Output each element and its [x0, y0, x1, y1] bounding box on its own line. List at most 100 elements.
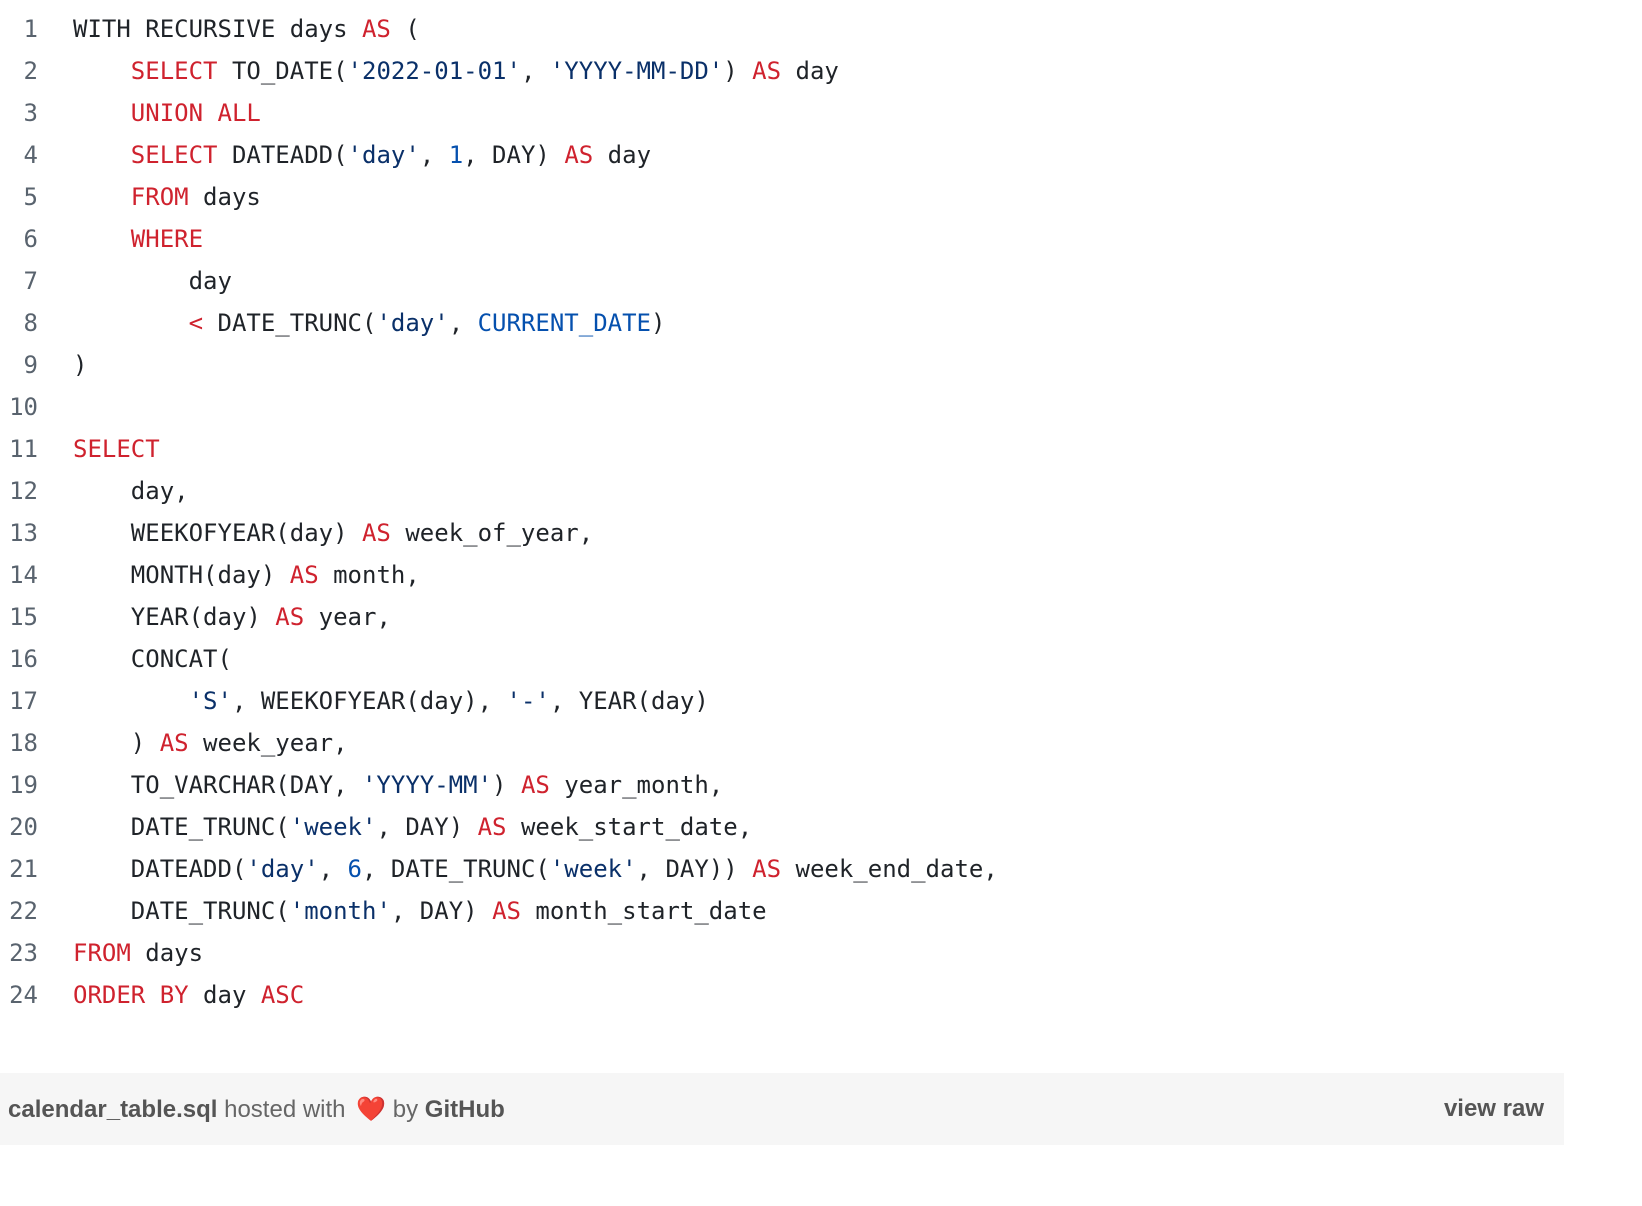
by-text: by [392, 1095, 419, 1123]
code-token: 'week' [549, 855, 637, 883]
code-token: , DAY) [463, 141, 565, 169]
code-token: FROM [130, 183, 189, 211]
code-token: month, [318, 561, 420, 589]
code-text: 'S', WEEKOFYEAR(day), '-', YEAR(day) [73, 680, 709, 722]
code-text: CONCAT( [73, 638, 232, 680]
hosted-with-text: hosted with [224, 1095, 346, 1123]
code-token: 6 [347, 855, 362, 883]
code-token: SELECT [130, 57, 218, 85]
code-line: 16 CONCAT( [0, 638, 1642, 680]
code-text: SELECT DATEADD('day', 1, DAY) AS day [73, 134, 651, 176]
code-text: DATEADD('day', 6, DATE_TRUNC('week', DAY… [73, 848, 998, 890]
code-token: days [188, 183, 261, 211]
code-token: AS [752, 855, 782, 883]
code-token: WEEKOFYEAR(day) [73, 519, 362, 547]
code-token: '-' [506, 687, 550, 715]
code-token: 'YYYY-MM-DD' [549, 57, 724, 85]
code-text: day [73, 260, 232, 302]
code-token: ) [492, 771, 521, 799]
code-text: ) [73, 344, 87, 386]
line-number: 13 [9, 519, 38, 547]
code-token: 1 [448, 141, 464, 169]
code-token: , YEAR(day) [549, 687, 709, 715]
code-text: YEAR(day) AS year, [73, 596, 391, 638]
file-name-link[interactable]: calendar_table.sql [8, 1096, 217, 1123]
line-number: 6 [23, 225, 38, 253]
code-token: AS [520, 771, 550, 799]
code-text: ORDER BY day ASC [73, 974, 304, 1016]
code-token: SELECT [130, 141, 218, 169]
code-line: 7 day [0, 260, 1642, 302]
line-number: 12 [9, 477, 38, 505]
code-line: 19 TO_VARCHAR(DAY, 'YYYY-MM') AS year_mo… [0, 764, 1642, 806]
code-text: MONTH(day) AS month, [73, 554, 420, 596]
code-token: AS [289, 561, 319, 589]
code-token: 'day' [347, 141, 420, 169]
code-token: day [781, 57, 839, 85]
code-token: , [419, 141, 449, 169]
code-token: AS [752, 57, 782, 85]
code-view: 1 WITH RECURSIVE days AS (2 SELECT TO_DAT… [0, 8, 1642, 1016]
gist-embed: 1 WITH RECURSIVE days AS (2 SELECT TO_DAT… [0, 0, 1642, 1206]
code-token: week_year, [188, 729, 348, 757]
gist-footer: calendar_table.sql hosted with ❤️ by Git… [0, 1073, 1564, 1145]
code-token: WITH RECURSIVE days [73, 15, 362, 43]
code-token: day [188, 981, 261, 1009]
view-raw-link[interactable]: view raw [1444, 1095, 1544, 1123]
code-token: TO_DATE( [217, 57, 348, 85]
code-token: day [593, 141, 652, 169]
code-token: week_start_date, [506, 813, 753, 841]
code-token: ORDER BY [73, 981, 189, 1009]
code-token: CONCAT( [73, 645, 232, 673]
code-token: SELECT [73, 435, 160, 463]
code-text: DATE_TRUNC('week', DAY) AS week_start_da… [73, 806, 752, 848]
code-token: ASC [260, 981, 305, 1009]
code-text: DATE_TRUNC('month', DAY) AS month_start_… [73, 890, 767, 932]
code-line: 10 [0, 386, 1642, 428]
code-text: SELECT [73, 428, 160, 470]
code-line: 15 YEAR(day) AS year, [0, 596, 1642, 638]
line-number: 1 [23, 15, 38, 43]
github-link[interactable]: GitHub [425, 1096, 505, 1123]
code-token: 'S' [188, 687, 232, 715]
line-number: 16 [9, 645, 38, 673]
gist-footer-left: calendar_table.sql hosted with ❤️ by Git… [8, 1095, 505, 1124]
code-line: 17 'S', WEEKOFYEAR(day), '-', YEAR(day) [0, 680, 1642, 722]
code-token: ) [723, 57, 753, 85]
code-token: , WEEKOFYEAR(day), [231, 687, 507, 715]
code-token: , [318, 855, 348, 883]
line-number: 5 [23, 183, 38, 211]
code-line: 3 UNION ALL [0, 92, 1642, 134]
code-token: AS [361, 519, 391, 547]
line-number: 11 [9, 435, 38, 463]
code-line: 13 WEEKOFYEAR(day) AS week_of_year, [0, 512, 1642, 554]
code-token: DATE_TRUNC( [73, 897, 290, 925]
code-line: 5 FROM days [0, 176, 1642, 218]
code-token: ) [650, 309, 666, 337]
code-token: AS [477, 813, 507, 841]
code-token: ) [73, 729, 160, 757]
line-number: 23 [9, 939, 38, 967]
code-line: 22 DATE_TRUNC('month', DAY) AS month_sta… [0, 890, 1642, 932]
code-token: YEAR(day) [73, 603, 276, 631]
code-line: 14 MONTH(day) AS month, [0, 554, 1642, 596]
code-token: CURRENT_DATE [477, 309, 651, 337]
code-text: ) AS week_year, [73, 722, 348, 764]
line-number: 4 [23, 141, 38, 169]
line-number: 7 [23, 267, 38, 295]
heart-icon: ❤️ [356, 1095, 387, 1123]
code-token: DATEADD( [73, 855, 247, 883]
code-text: SELECT TO_DATE('2022-01-01', 'YYYY-MM-DD… [73, 50, 839, 92]
code-line: 2 SELECT TO_DATE('2022-01-01', 'YYYY-MM-… [0, 50, 1642, 92]
code-line: 8 < DATE_TRUNC('day', CURRENT_DATE) [0, 302, 1642, 344]
code-token: day [73, 267, 232, 295]
code-token: FROM [73, 939, 131, 967]
code-line: 24 ORDER BY day ASC [0, 974, 1642, 1016]
line-number: 14 [9, 561, 38, 589]
code-token: , DAY) [390, 897, 493, 925]
code-text: WITH RECURSIVE days AS ( [73, 8, 420, 50]
